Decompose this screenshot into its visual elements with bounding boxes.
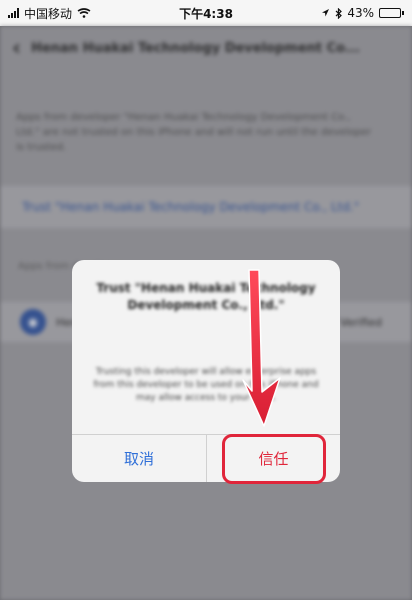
clock: 下午4:38 — [179, 6, 233, 21]
battery-icon — [379, 8, 404, 18]
trust-button-highlight — [222, 434, 326, 484]
alert-title: Trust "Henan Huakai Technology Developme… — [96, 281, 316, 312]
wifi-icon — [77, 8, 91, 18]
battery-percent: 43% — [347, 6, 374, 20]
cancel-button[interactable]: 取消 — [72, 435, 206, 482]
alert-message: Trusting this developer will allow enter… — [93, 367, 319, 403]
alert-body: Trust "Henan Huakai Technology Developme… — [72, 260, 340, 434]
location-icon — [322, 9, 330, 17]
status-bar: 中国移动 下午4:38 43% — [0, 0, 412, 26]
signal-icon — [8, 8, 19, 18]
bluetooth-icon — [335, 7, 343, 19]
carrier-label: 中国移动 — [24, 6, 73, 21]
